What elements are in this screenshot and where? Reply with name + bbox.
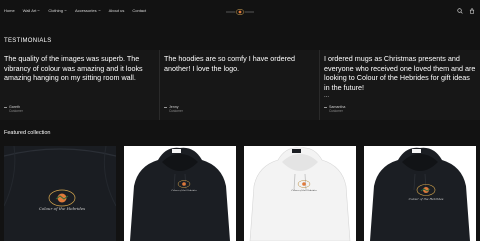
chevron-down-icon: [97, 9, 101, 12]
testimonials-list: The quality of the images was superb. Th…: [0, 50, 480, 120]
product-image: Colour of the Hebrides: [4, 146, 116, 241]
author-role: Customer: [329, 109, 343, 113]
testimonial-author: Gareth Customer: [4, 105, 23, 113]
chevron-down-icon: [64, 9, 67, 12]
nav-label: Contact: [132, 8, 147, 13]
nav-item-clothing[interactable]: Clothing: [48, 8, 67, 13]
nav-item-wall-art[interactable]: Wall Art: [23, 8, 41, 13]
search-icon[interactable]: [457, 8, 463, 14]
product-card-hoodie-black-alt[interactable]: Colour of the Hebrides: [364, 146, 476, 241]
product-card-hoodie-black[interactable]: Colour of the Hebrides: [124, 146, 236, 241]
testimonial-quote: I ordered mugs as Christmas presents and…: [324, 54, 476, 92]
logo-script: Colour of the Hebrides: [291, 189, 317, 192]
site-logo[interactable]: [226, 8, 254, 16]
nav-label: Home: [4, 8, 15, 13]
testimonial-card: The hoodies are so comfy I have ordered …: [160, 50, 320, 120]
nav-label: Clothing: [48, 8, 63, 13]
nav-item-accessories[interactable]: Accessories: [75, 8, 101, 13]
author-dash: [164, 107, 167, 108]
product-image: Colour of the Hebrides: [244, 146, 356, 241]
logo-script: Colour of the Hebrides: [171, 189, 197, 192]
site-header: Home Wall Art Clothing Accessories About…: [0, 0, 480, 24]
author-dash: [4, 107, 7, 108]
nav-label: Wall Art: [22, 8, 37, 13]
testimonials-heading: TESTIMONIALS: [4, 38, 52, 44]
product-image: Colour of the Hebrides: [124, 146, 236, 241]
nav-item-contact[interactable]: Contact: [132, 8, 146, 13]
nav-item-home[interactable]: Home: [4, 8, 15, 13]
featured-collection-heading: Featured collection: [4, 130, 51, 136]
logo-script: Colour of the Hebrides: [409, 197, 444, 201]
logo-script: Colour of the Hebrides: [39, 206, 86, 211]
author-dash: [324, 107, 327, 108]
testimonial-quote: The quality of the images was superb. Th…: [4, 54, 143, 82]
product-image: Colour of the Hebrides: [364, 146, 476, 241]
nav-item-about-us[interactable]: About us: [109, 8, 125, 13]
product-grid: Colour of the Hebrides Colour of the Heb…: [4, 146, 476, 241]
testimonial-author: Samantha Customer: [324, 105, 345, 113]
author-role: Customer: [9, 109, 23, 113]
testimonial-card: I ordered mugs as Christmas presents and…: [320, 50, 480, 120]
testimonial-author: Jenny Customer: [164, 105, 183, 113]
product-card-hoodie-closeup[interactable]: Colour of the Hebrides: [4, 146, 116, 241]
main-nav: Home Wall Art Clothing Accessories About…: [4, 8, 146, 13]
nav-label: Accessories: [75, 8, 97, 13]
testimonial-quote: The hoodies are so comfy I have ordered …: [164, 54, 296, 73]
read-more-ellipsis[interactable]: ...: [324, 93, 329, 99]
nav-label: About us: [108, 8, 125, 13]
cart-icon[interactable]: [469, 8, 475, 14]
testimonial-card: The quality of the images was superb. Th…: [0, 50, 160, 120]
chevron-down-icon: [37, 9, 40, 12]
product-card-hoodie-white[interactable]: Colour of the Hebrides: [244, 146, 356, 241]
author-role: Customer: [169, 109, 183, 113]
